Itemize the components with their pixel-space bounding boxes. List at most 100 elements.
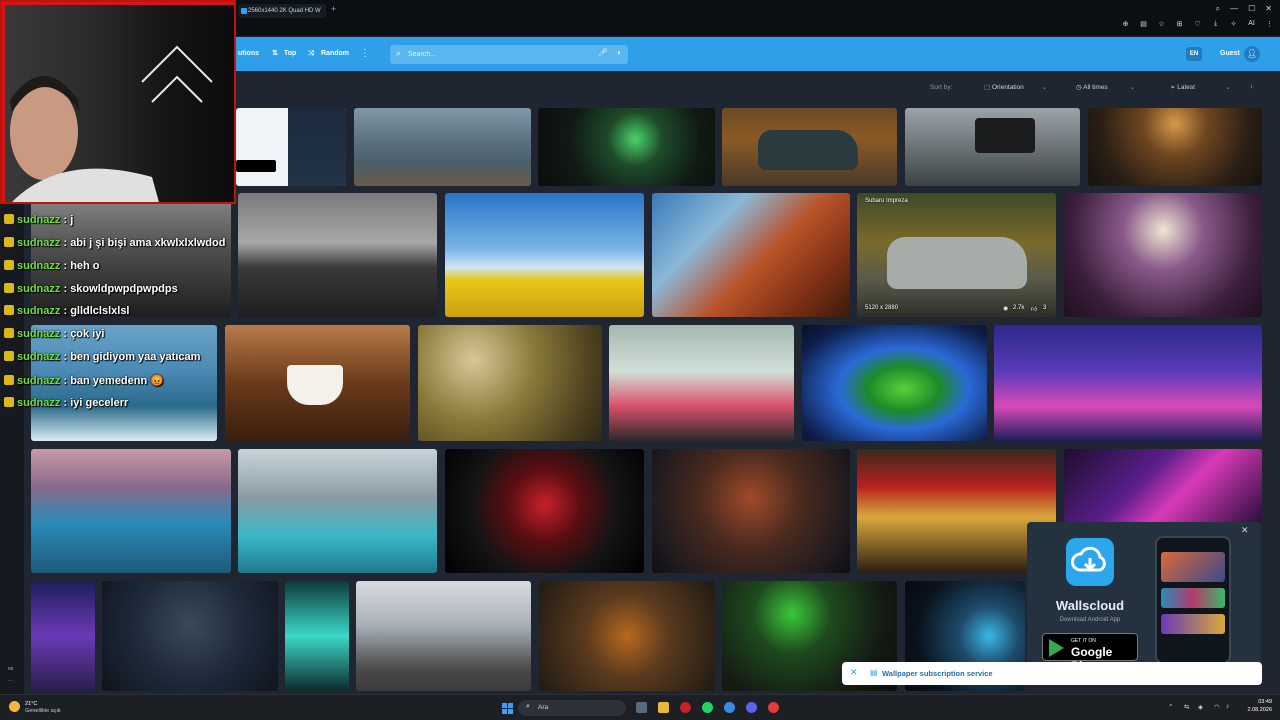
chevron-down-icon: ⌄: [1224, 84, 1231, 91]
close-icon[interactable]: ✕: [1241, 525, 1249, 536]
wallpaper-thumb-subaru[interactable]: Subaru Impreza 5120 x 2880 ◉ 2.7k 👍︎ 3: [857, 193, 1056, 317]
chat-text: : skowldpwpdpwpdps: [63, 283, 178, 295]
search-icon: ⌕: [396, 48, 402, 58]
chat-message: sudnazz : ben gidiyom yaa yatıcam: [4, 351, 200, 367]
wallpaper-thumb-neon-abstract[interactable]: [1064, 449, 1262, 522]
wallpaper-thumb-mountain[interactable]: [1088, 108, 1262, 186]
wallpaper-thumb-pink-lake[interactable]: [609, 325, 794, 441]
browser-tab[interactable]: 2560x1440 2K Quad HD W: [238, 4, 326, 18]
file-explorer-icon[interactable]: [658, 702, 669, 713]
wallpaper-thumb-pagani[interactable]: [445, 449, 644, 573]
wallpaper-thumb-arch[interactable]: [652, 193, 850, 317]
wifi-icon[interactable]: ◠: [1214, 703, 1220, 711]
wallpaper-thumb-sea-stacks[interactable]: [31, 449, 231, 573]
notification-text[interactable]: Wallpaper subscription service: [882, 669, 993, 678]
favorite-icon[interactable]: ♡: [1193, 20, 1202, 28]
car-shape: [887, 237, 1027, 289]
spotify-icon[interactable]: [702, 702, 713, 713]
wallpaper-thumb-dog[interactable]: [539, 581, 715, 691]
more-icon[interactable]: ⋮: [360, 37, 370, 71]
close-icon[interactable]: ✕: [850, 667, 858, 678]
network-icon[interactable]: ⇆: [1184, 703, 1189, 711]
subscriber-badge-icon: [4, 397, 14, 407]
chat-message: sudnazz : heh o: [4, 260, 100, 276]
wallpaper-thumb-supercar-purple[interactable]: [1064, 193, 1262, 317]
google-play-button[interactable]: GET IT ON Google Play: [1042, 633, 1138, 673]
wallpaper-thumb-city-bw[interactable]: [238, 193, 437, 317]
zoom-icon[interactable]: ⊕: [1121, 20, 1130, 28]
wallpaper-thumb-viking[interactable]: [356, 581, 531, 691]
nav-random[interactable]: Random: [321, 37, 349, 71]
like-icon[interactable]: 👍︎: [1031, 305, 1037, 313]
task-view-icon[interactable]: [636, 702, 647, 713]
clock-date[interactable]: 2.08.2026: [1240, 707, 1272, 713]
volume-icon[interactable]: ♪: [1226, 703, 1229, 710]
search-tabs-icon[interactable]: ⌕: [1216, 4, 1220, 14]
tray-overflow-icon[interactable]: ⌃: [1168, 703, 1173, 711]
start-button[interactable]: [502, 703, 513, 714]
weather-temperature[interactable]: 21°C: [25, 701, 37, 707]
maximize-button[interactable]: ☐: [1248, 4, 1255, 14]
wallpaper-thumb-coffee[interactable]: [225, 325, 410, 441]
contrast-icon[interactable]: ◐: [617, 48, 622, 57]
thumb-resolution: 5120 x 2880: [865, 305, 899, 311]
guest-label[interactable]: Guest: [1220, 37, 1240, 71]
extensions-icon[interactable]: ✧: [1229, 20, 1238, 28]
app-tray-icon[interactable]: ◈: [1198, 703, 1203, 711]
collections-icon[interactable]: ⊞: [1175, 20, 1184, 28]
search-input[interactable]: [408, 47, 588, 62]
new-tab-button[interactable]: +: [331, 4, 336, 14]
orientation-icon: ⬚: [984, 84, 992, 91]
chat-message: sudnazz : abi j şi bişi ama xkwlxlxlwdod: [4, 237, 225, 253]
wallpaper-thumb-volcano[interactable]: [31, 581, 95, 691]
wallpaper-thumb-audi[interactable]: [722, 108, 897, 186]
subscriber-badge-icon: [4, 214, 14, 224]
chat-username: sudnazz: [17, 375, 61, 387]
wallpaper-thumb-alpine-lake[interactable]: [238, 449, 437, 573]
downloads-icon[interactable]: ⤓: [1211, 20, 1220, 28]
search-box[interactable]: ⌕ 🎤︎ ◐: [390, 45, 628, 64]
discord-icon[interactable]: [746, 702, 757, 713]
steam-icon[interactable]: [724, 702, 735, 713]
nav-solutions[interactable]: utions: [238, 37, 259, 71]
opera-gx-icon[interactable]: [680, 702, 691, 713]
wallpaper-thumb-cyber-city[interactable]: [994, 325, 1262, 441]
clock-time[interactable]: 03:49: [1246, 699, 1272, 705]
weather-status[interactable]: Genellikle açık: [25, 708, 61, 714]
wallpaper-thumb-tulip-field[interactable]: [445, 193, 644, 317]
wallpaper-thumb-waterfall[interactable]: [285, 581, 349, 691]
wallpaper-thumb-star-lord[interactable]: [652, 449, 850, 573]
more-icon: ⋯: [8, 678, 13, 684]
wallpaper-thumb-app-ad[interactable]: [236, 108, 346, 186]
wallpaper-thumb-dragon[interactable]: [354, 108, 531, 186]
wallpaper-thumb-spider[interactable]: [538, 108, 715, 186]
ai-button[interactable]: AI: [1247, 20, 1256, 28]
wallpaper-thumb-suv[interactable]: [905, 108, 1080, 186]
bookmark-icon[interactable]: ☆: [1157, 20, 1166, 28]
time-dropdown[interactable]: ◷ All times ⌄: [1076, 83, 1135, 91]
minimize-button[interactable]: —: [1230, 4, 1238, 14]
cloud-download-icon: [1071, 546, 1106, 572]
wallpaper-thumb-frog[interactable]: [418, 325, 602, 441]
app-icon[interactable]: [768, 702, 779, 713]
order-dropdown[interactable]: ➢ Latest ⌄: [1170, 83, 1230, 91]
taskbar: 21°C Genellikle açık ⌕ Ara ⌃ ⇆ ◈ ◠ ♪ 03:…: [0, 694, 1280, 720]
subscriber-badge-icon: [4, 283, 14, 293]
chat-text: : ban yemedenn 😡: [63, 375, 164, 387]
chat-text: : abi j şi bişi ama xkwlxlxlwdod: [63, 237, 226, 249]
wallpaper-thumb-anime-girl[interactable]: [102, 581, 278, 691]
chat-text: : glldlclslxlsl: [63, 305, 130, 317]
sort-direction-icon[interactable]: ↓: [1250, 83, 1253, 90]
store-top-text: GET IT ON: [1071, 638, 1096, 644]
user-avatar-icon[interactable]: 👤︎: [1244, 46, 1260, 62]
close-window-button[interactable]: ✕: [1265, 4, 1272, 14]
taskbar-search[interactable]: ⌕ Ara: [518, 700, 626, 716]
menu-icon[interactable]: ⋮: [1265, 20, 1274, 28]
weather-sun-icon[interactable]: [9, 701, 20, 712]
wallpaper-thumb-abstract-wave[interactable]: [802, 325, 987, 441]
reader-icon[interactable]: ▤: [1139, 20, 1148, 28]
microphone-icon[interactable]: 🎤︎: [598, 48, 608, 57]
language-button[interactable]: EN: [1186, 47, 1202, 61]
orientation-dropdown[interactable]: ⬚ Orientation ⌄: [984, 83, 1047, 91]
nav-top[interactable]: Top: [284, 37, 296, 71]
